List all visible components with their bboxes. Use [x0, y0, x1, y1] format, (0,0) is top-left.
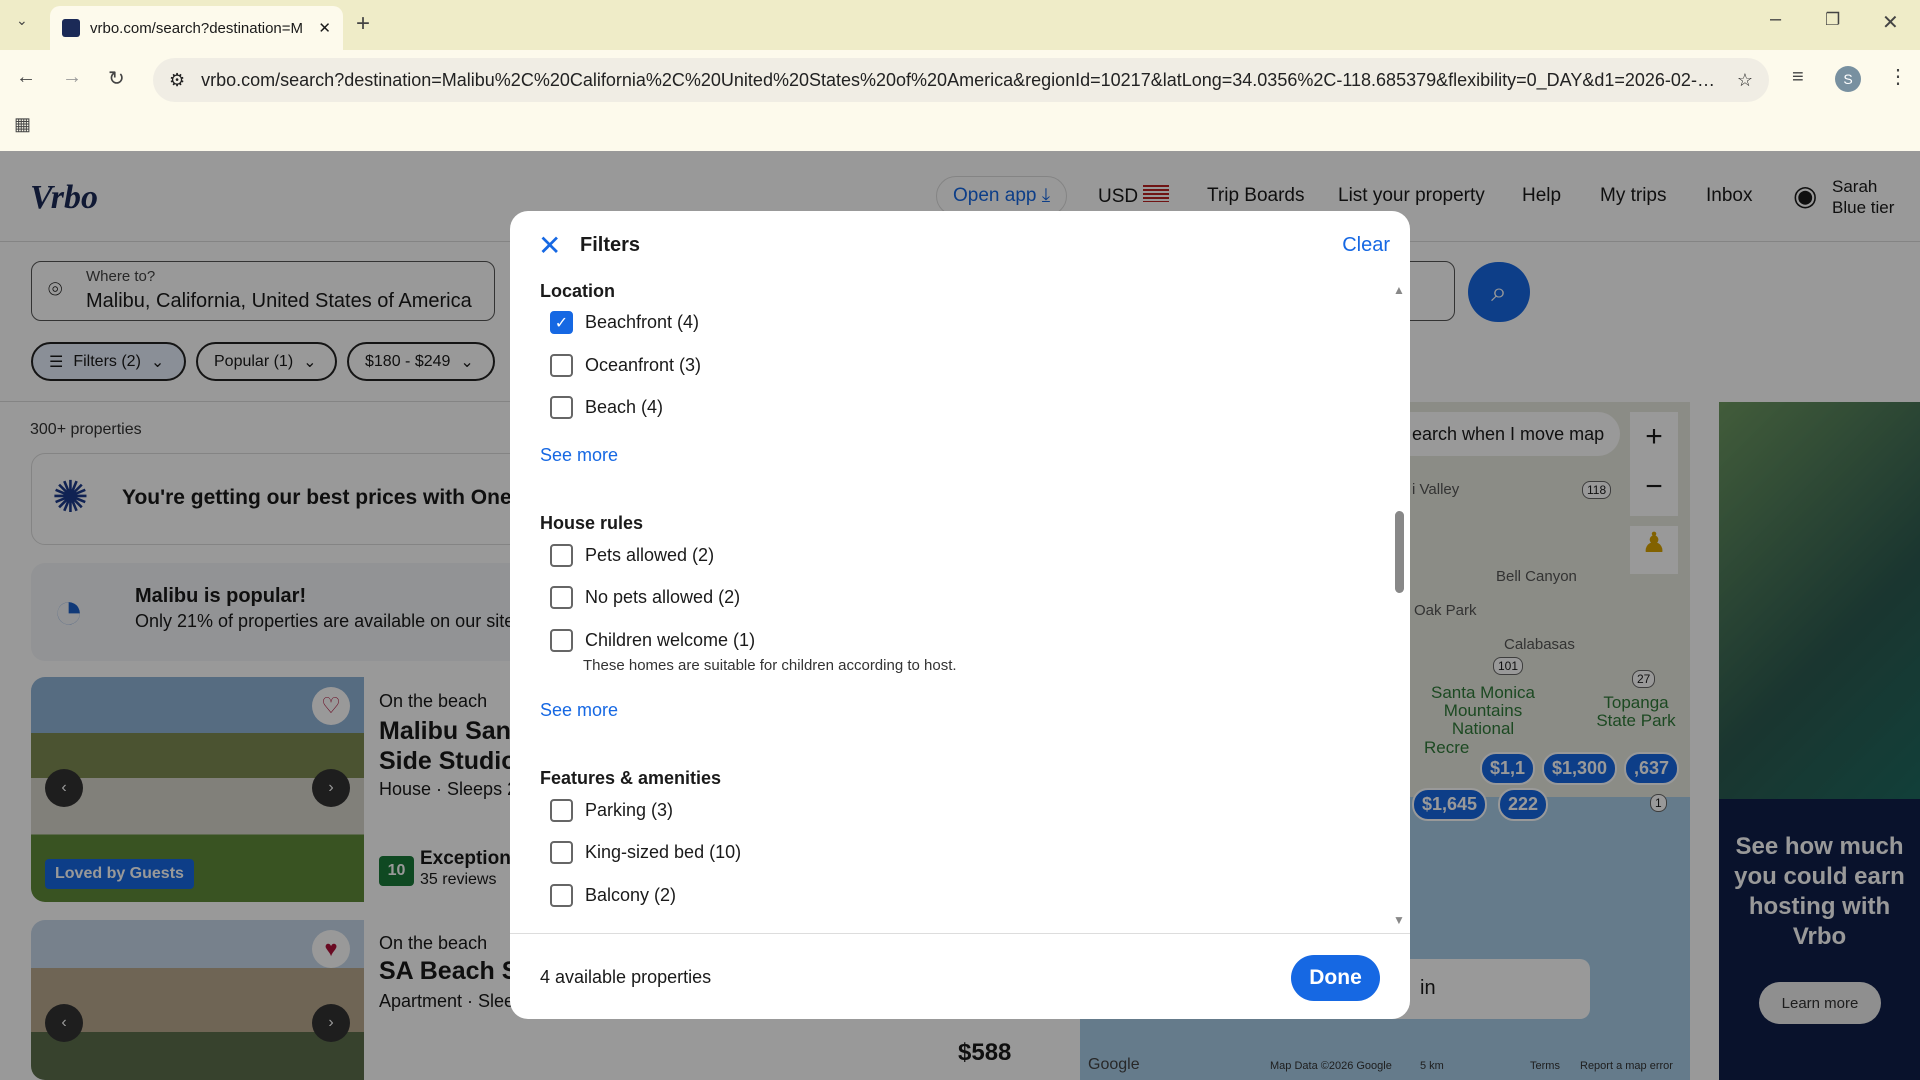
close-tab-icon[interactable]: ✕ — [318, 19, 331, 37]
see-more-location[interactable]: See more — [540, 445, 618, 466]
browser-tab[interactable]: vrbo.com/search?destination=M ✕ — [50, 6, 343, 50]
minimize-icon[interactable]: – — [1770, 8, 1781, 31]
close-icon[interactable]: ✕ — [538, 229, 561, 262]
checkbox-icon — [550, 884, 573, 907]
done-button[interactable]: Done — [1291, 955, 1380, 1001]
checkbox-icon — [550, 799, 573, 822]
scrollbar-thumb[interactable] — [1395, 511, 1404, 593]
option-children-welcome[interactable]: Children welcome (1) — [550, 629, 755, 652]
bookmark-star-icon[interactable]: ☆ — [1737, 70, 1753, 91]
restore-icon[interactable]: ❐ — [1825, 10, 1840, 30]
vrbo-favicon — [62, 19, 80, 37]
new-tab-icon[interactable]: + — [356, 10, 370, 38]
checkbox-icon — [550, 354, 573, 377]
address-bar[interactable]: ⚙ vrbo.com/search?destination=Malibu%2C%… — [153, 58, 1769, 102]
forward-icon[interactable]: → — [62, 66, 82, 89]
scroll-up-icon[interactable]: ▲ — [1393, 283, 1405, 297]
checkbox-checked-icon: ✓ — [550, 311, 573, 334]
site-info-icon[interactable]: ⚙ — [169, 70, 185, 91]
checkbox-icon — [550, 586, 573, 609]
back-icon[interactable]: ← — [16, 66, 36, 89]
option-beach[interactable]: Beach (4) — [550, 396, 663, 419]
option-pets-allowed[interactable]: Pets allowed (2) — [550, 544, 714, 567]
checkbox-icon — [550, 629, 573, 652]
apps-icon[interactable]: ▦ — [14, 114, 31, 135]
option-beachfront[interactable]: ✓ Beachfront (4) — [550, 311, 699, 334]
option-no-pets[interactable]: No pets allowed (2) — [550, 586, 740, 609]
see-more-house-rules[interactable]: See more — [540, 700, 618, 721]
available-count: 4 available properties — [540, 967, 712, 987]
browser-chrome: ⌄ vrbo.com/search?destination=M ✕ + – ❐ … — [0, 0, 1920, 151]
option-balcony[interactable]: Balcony (2) — [550, 884, 676, 907]
option-king-bed[interactable]: King-sized bed (10) — [550, 841, 741, 864]
checkbox-icon — [550, 841, 573, 864]
scroll-down-icon[interactable]: ▼ — [1393, 913, 1405, 927]
tab-strip: ⌄ vrbo.com/search?destination=M ✕ + – ❐ … — [0, 0, 1920, 50]
tab-search-icon[interactable]: ⌄ — [16, 12, 28, 29]
footer-divider — [510, 933, 1410, 934]
close-window-icon[interactable]: ✕ — [1882, 10, 1899, 35]
option-parking[interactable]: Parking (3) — [550, 799, 673, 822]
dialog-title: Filters — [580, 234, 641, 256]
menu-icon[interactable]: ⋮ — [1888, 64, 1908, 89]
checkbox-icon — [550, 396, 573, 419]
clear-button[interactable]: Clear — [1342, 234, 1390, 257]
media-icon[interactable]: ≡ — [1792, 66, 1804, 89]
reload-icon[interactable]: ↻ — [108, 66, 125, 91]
option-oceanfront[interactable]: Oceanfront (3) — [550, 354, 701, 377]
checkbox-icon — [550, 544, 573, 567]
filters-dialog: ✕ Filters Clear Location ✓ Beachfront (4)… — [510, 211, 1410, 1019]
profile-avatar[interactable]: S — [1835, 66, 1861, 92]
